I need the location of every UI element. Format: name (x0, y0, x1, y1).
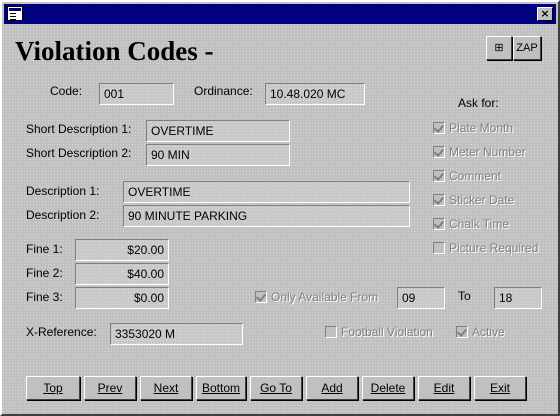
add-button[interactable]: Add (306, 376, 358, 400)
hierarchy-button[interactable]: ⊞ (486, 36, 512, 60)
top-button[interactable]: Top (26, 376, 80, 400)
description-1-label: Description 1: (26, 184, 100, 198)
ask-for-comment-box[interactable] (433, 169, 445, 182)
description-2-label: Description 2: (26, 208, 100, 222)
ask-for-picture-required-box[interactable] (433, 241, 445, 254)
go-to-button[interactable]: Go To (250, 376, 302, 400)
ask-for-sticker-date[interactable]: Sticker Date (433, 192, 514, 208)
x-reference-label: X-Reference: (26, 325, 97, 339)
next-button[interactable]: Next (140, 376, 192, 400)
ask-for-plate-month-box[interactable] (433, 121, 445, 134)
available-to-field[interactable]: 18 (494, 287, 542, 309)
ask-for-sticker-date-label: Sticker Date (449, 193, 515, 207)
page-title: Violation Codes - (15, 36, 214, 66)
description-1-field[interactable]: OVERTIME (123, 181, 410, 203)
to-label: To (458, 289, 471, 303)
ask-for-plate-month[interactable]: Plate Month (433, 120, 513, 136)
hierarchy-icon: ⊞ (494, 42, 504, 54)
ask-for-chalk-time-label: Chalk Time (449, 217, 510, 231)
ask-for-meter-number-box[interactable] (433, 145, 445, 158)
only-available-from-box[interactable] (255, 290, 267, 303)
football-violation-checkbox[interactable]: Football Violation (325, 324, 433, 340)
ordinance-label: Ordinance: (194, 84, 253, 98)
edit-button[interactable]: Edit (418, 376, 470, 400)
ask-for-picture-required-label: Picture Required (449, 241, 539, 255)
only-available-from-label: Only Available From (271, 290, 379, 304)
ask-for-meter-number-label: Meter Number (449, 145, 526, 159)
code-label: Code: (50, 84, 83, 98)
close-button[interactable]: × (537, 7, 553, 21)
only-available-from-checkbox[interactable]: Only Available From (255, 289, 378, 305)
fine-3-label: Fine 3: (26, 290, 63, 304)
ask-for-chalk-time-box[interactable] (433, 217, 445, 230)
code-field[interactable]: 001 (99, 83, 174, 105)
active-label: Active (472, 325, 505, 339)
zap-button[interactable]: ZAP (513, 36, 541, 60)
ask-for-comment[interactable]: Comment (433, 168, 501, 184)
ask-for-chalk-time[interactable]: Chalk Time (433, 216, 509, 232)
description-2-field[interactable]: 90 MINUTE PARKING (123, 205, 410, 227)
x-reference-field[interactable]: 3353020 M (110, 323, 243, 345)
ask-for-heading: Ask for: (458, 96, 499, 110)
app-form-icon[interactable] (7, 6, 23, 21)
football-violation-box[interactable] (325, 325, 337, 338)
ask-for-picture-required[interactable]: Picture Required (433, 240, 538, 256)
fine-2-label: Fine 2: (26, 266, 63, 280)
available-from-field[interactable]: 09 (397, 287, 445, 309)
ask-for-plate-month-label: Plate Month (449, 121, 514, 135)
short-description-2-label: Short Description 2: (26, 146, 132, 160)
active-checkbox[interactable]: Active (456, 324, 505, 340)
fine-1-label: Fine 1: (26, 242, 63, 256)
fine-2-field[interactable]: $40.00 (75, 263, 169, 285)
bottom-button[interactable]: Bottom (196, 376, 246, 400)
short-description-2-field[interactable]: 90 MIN (146, 144, 290, 166)
football-violation-label: Football Violation (341, 325, 433, 339)
fine-1-field[interactable]: $20.00 (75, 239, 169, 261)
prev-button[interactable]: Prev (84, 376, 136, 400)
ask-for-comment-label: Comment (449, 169, 502, 183)
active-box[interactable] (456, 325, 468, 338)
exit-button[interactable]: Exit (474, 376, 526, 400)
ask-for-meter-number[interactable]: Meter Number (433, 144, 526, 160)
fine-3-field[interactable]: $0.00 (75, 287, 169, 309)
delete-button[interactable]: Delete (362, 376, 414, 400)
ordinance-field[interactable]: 10.48.020 MC (265, 83, 365, 105)
short-description-1-field[interactable]: OVERTIME (146, 120, 290, 142)
ask-for-sticker-date-box[interactable] (433, 193, 445, 206)
title-bar: × (4, 4, 556, 24)
short-description-1-label: Short Description 1: (26, 122, 132, 136)
